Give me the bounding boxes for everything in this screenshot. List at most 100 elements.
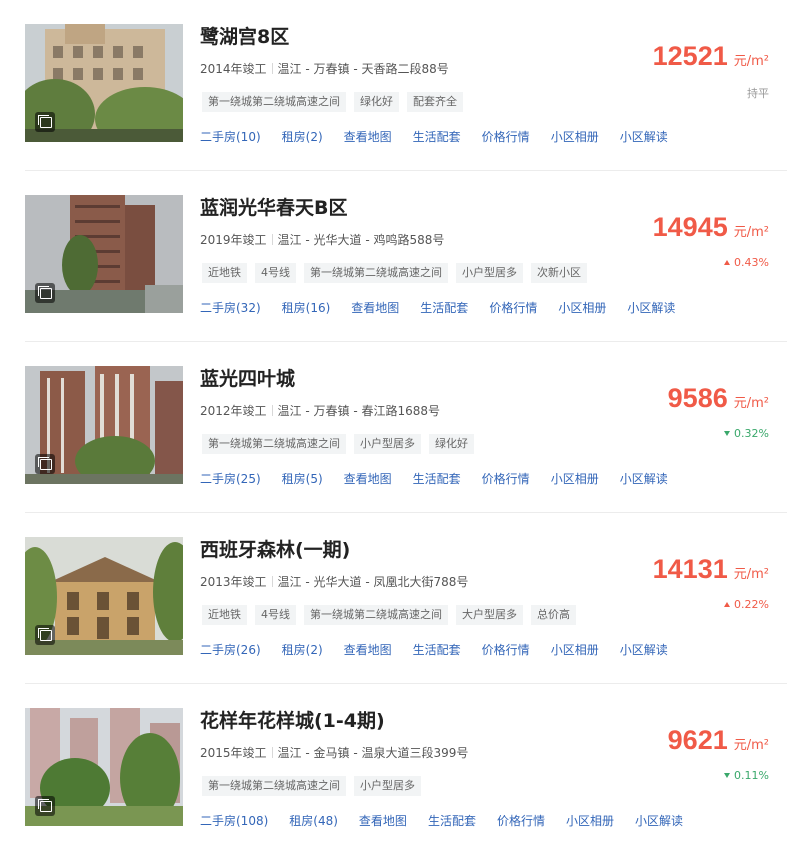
built-year: 2013年竣工 [200,575,267,589]
price-change: 0.22% [724,598,769,611]
link-analysis[interactable]: 小区解读 [620,471,668,487]
link-map[interactable]: 查看地图 [359,813,407,829]
album-icon[interactable] [35,112,55,132]
community-name[interactable]: 蓝润光华春天B区 [200,195,347,221]
community-name[interactable]: 鹭湖宫8区 [200,24,289,50]
community-location: 温江 - 万春镇 - 天香路二段88号 [277,62,449,76]
link-price-trend[interactable]: 价格行情 [482,129,530,145]
link-album[interactable]: 小区相册 [551,471,599,487]
unit-price: 9586 [667,383,728,413]
tag: 第一绕城第二绕城高速之间 [304,605,448,625]
link-rent[interactable]: 租房(16) [282,300,331,316]
link-amenities[interactable]: 生活配套 [428,813,476,829]
divider [271,405,273,416]
tag: 小户型居多 [456,263,523,283]
list-item: 花样年花样城(1-4期) 2015年竣工 温江 - 金马镇 - 温泉大道三段399… [25,684,787,851]
community-meta: 2015年竣工 温江 - 金马镇 - 温泉大道三段399号 [200,744,468,762]
price-block: 9621 元/m² [668,725,769,756]
community-name[interactable]: 西班牙森林(一期) [200,537,350,563]
built-year: 2014年竣工 [200,62,267,76]
tag: 4号线 [255,605,296,625]
list-item: 西班牙森林(一期) 2013年竣工 温江 - 光华大道 - 凤凰北大街788号 近… [25,513,787,684]
tag: 近地铁 [202,605,247,625]
price-block: 14945 元/m² [653,212,769,243]
arrow-up-icon [724,260,731,265]
link-bar: 二手房(108) 租房(48) 查看地图 生活配套 价格行情 小区相册 小区解读 [200,813,704,829]
link-second-hand[interactable]: 二手房(32) [200,300,261,316]
album-icon[interactable] [35,796,55,816]
arrow-down-icon [724,431,731,436]
link-rent[interactable]: 租房(5) [282,471,323,487]
community-photo[interactable] [25,366,183,484]
arrow-down-icon [724,773,731,778]
price-unit: 元/m² [733,738,769,753]
link-amenities[interactable]: 生活配套 [420,300,468,316]
tag: 第一绕城第二绕城高速之间 [202,776,346,796]
link-album[interactable]: 小区相册 [551,642,599,658]
link-rent[interactable]: 租房(2) [282,642,323,658]
link-map[interactable]: 查看地图 [344,642,392,658]
divider [271,234,273,245]
price-change-value: 0.43% [734,256,769,269]
link-map[interactable]: 查看地图 [344,471,392,487]
link-amenities[interactable]: 生活配套 [413,471,461,487]
tag: 大户型居多 [456,605,523,625]
link-analysis[interactable]: 小区解读 [620,129,668,145]
tag-list: 第一绕城第二绕城高速之间 小户型居多 绿化好 [202,434,482,454]
community-photo[interactable] [25,195,183,313]
link-map[interactable]: 查看地图 [351,300,399,316]
price-unit: 元/m² [733,567,769,582]
price-unit: 元/m² [733,396,769,411]
community-name[interactable]: 花样年花样城(1-4期) [200,708,385,734]
community-photo[interactable] [25,708,183,826]
tag: 次新小区 [531,263,587,283]
album-icon[interactable] [35,283,55,303]
link-price-trend[interactable]: 价格行情 [482,471,530,487]
link-second-hand[interactable]: 二手房(26) [200,642,261,658]
divider [271,747,273,758]
built-year: 2019年竣工 [200,233,267,247]
link-second-hand[interactable]: 二手房(108) [200,813,268,829]
link-album[interactable]: 小区相册 [566,813,614,829]
link-price-trend[interactable]: 价格行情 [482,642,530,658]
community-photo[interactable] [25,537,183,655]
link-album[interactable]: 小区相册 [551,129,599,145]
price-change: 0.11% [724,769,769,782]
unit-price: 12521 [652,41,728,71]
album-icon[interactable] [35,454,55,474]
link-analysis[interactable]: 小区解读 [620,642,668,658]
community-meta: 2012年竣工 温江 - 万春镇 - 春江路1688号 [200,402,440,420]
price-unit: 元/m² [733,54,769,69]
link-rent[interactable]: 租房(48) [289,813,338,829]
community-name[interactable]: 蓝光四叶城 [200,366,295,392]
tag: 小户型居多 [354,776,421,796]
tag: 第一绕城第二绕城高速之间 [202,434,346,454]
link-analysis[interactable]: 小区解读 [635,813,683,829]
tag: 小户型居多 [354,434,421,454]
price-change-value: 持平 [747,87,769,100]
link-amenities[interactable]: 生活配套 [413,129,461,145]
price-block: 9586 元/m² [668,383,769,414]
link-price-trend[interactable]: 价格行情 [497,813,545,829]
link-amenities[interactable]: 生活配套 [413,642,461,658]
community-location: 温江 - 光华大道 - 凤凰北大街788号 [277,575,469,589]
link-album[interactable]: 小区相册 [558,300,606,316]
tag: 第一绕城第二绕城高速之间 [202,92,346,112]
built-year: 2015年竣工 [200,746,267,760]
community-photo[interactable] [25,24,183,142]
tag-list: 第一绕城第二绕城高速之间 小户型居多 [202,776,429,796]
link-bar: 二手房(10) 租房(2) 查看地图 生活配套 价格行情 小区相册 小区解读 [200,129,689,145]
link-price-trend[interactable]: 价格行情 [489,300,537,316]
community-location: 温江 - 金马镇 - 温泉大道三段399号 [277,746,469,760]
link-map[interactable]: 查看地图 [344,129,392,145]
link-analysis[interactable]: 小区解读 [627,300,675,316]
link-second-hand[interactable]: 二手房(25) [200,471,261,487]
price-change-value: 0.32% [734,427,769,440]
arrow-up-icon [724,602,731,607]
community-location: 温江 - 光华大道 - 鸡鸣路588号 [277,233,445,247]
tag: 绿化好 [354,92,399,112]
link-rent[interactable]: 租房(2) [282,129,323,145]
album-icon[interactable] [35,625,55,645]
divider [271,576,273,587]
link-second-hand[interactable]: 二手房(10) [200,129,261,145]
